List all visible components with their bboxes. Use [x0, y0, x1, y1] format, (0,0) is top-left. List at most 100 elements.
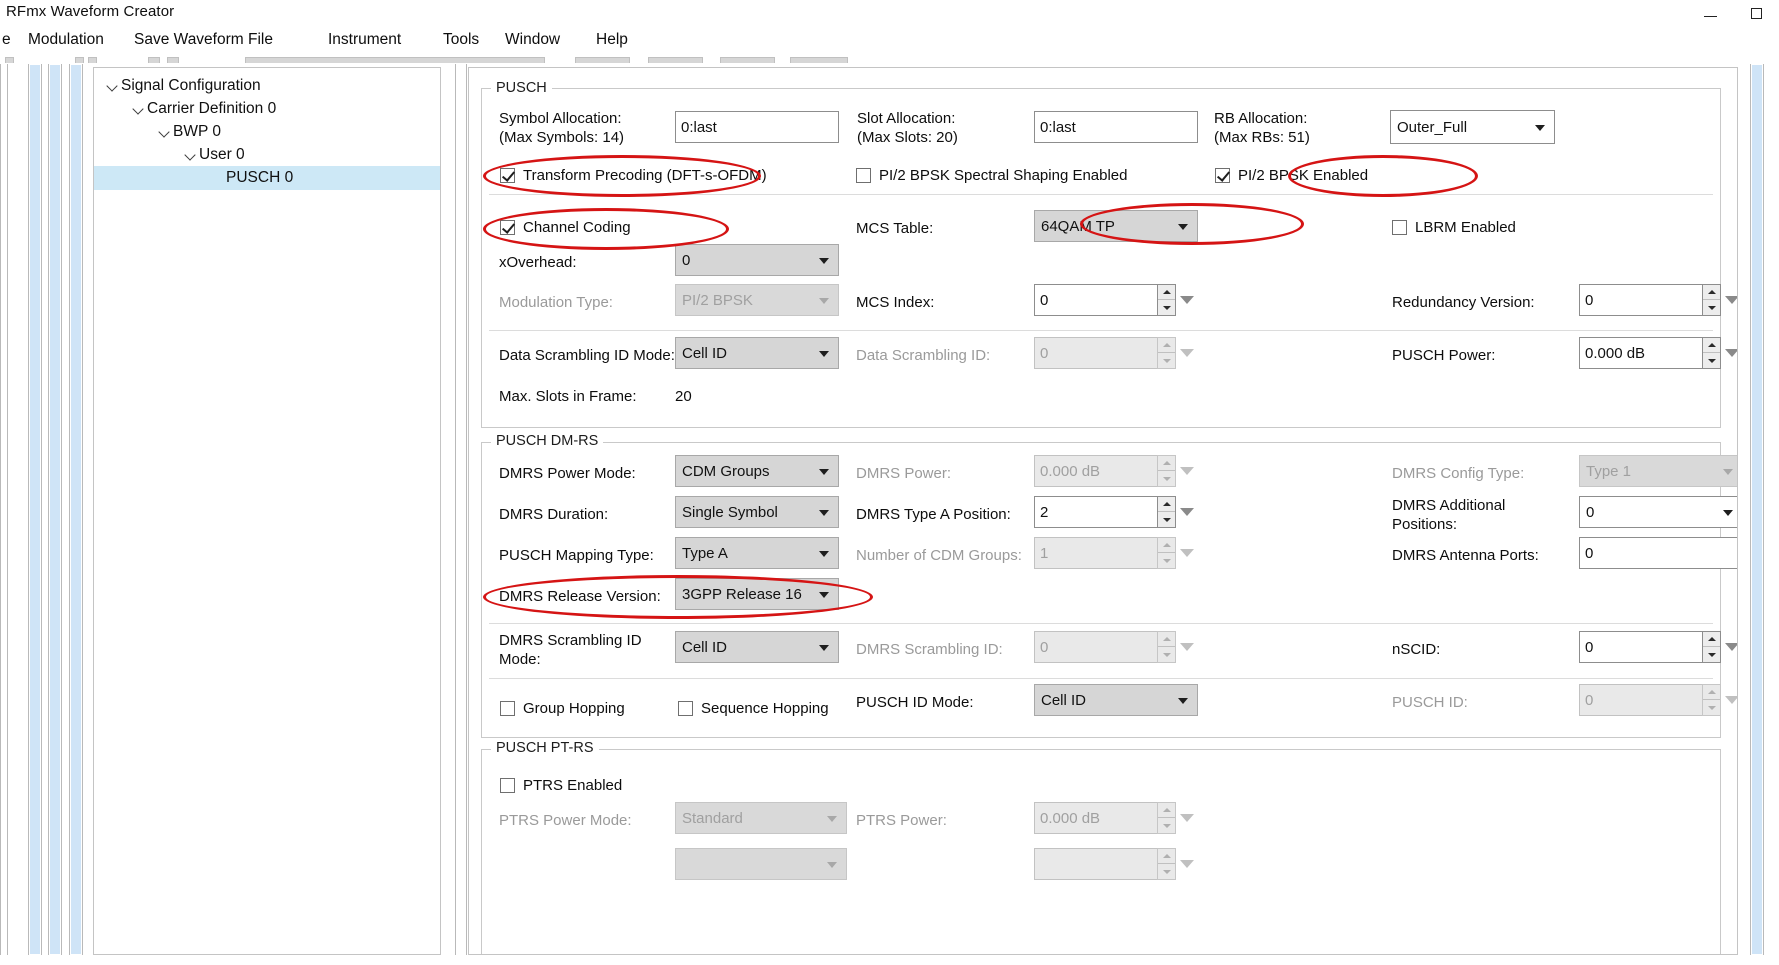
tree-item-signal-configuration[interactable]: Signal Configuration: [94, 74, 440, 98]
vertical-scrollbar-1[interactable]: [28, 64, 42, 955]
pi2-bpsk-enabled-checkbox[interactable]: PI/2 BPSK Enabled: [1215, 167, 1368, 184]
decrement-icon[interactable]: [1158, 512, 1175, 527]
increment-icon[interactable]: [1703, 338, 1720, 353]
toolbar-segment[interactable]: [5, 57, 14, 63]
vertical-scrollbar-2[interactable]: [48, 64, 62, 955]
dmrs-release-version-combobox[interactable]: 3GPP Release 16: [675, 578, 839, 610]
toolbar-segment[interactable]: [167, 57, 179, 63]
sequence-hopping-checkbox[interactable]: Sequence Hopping: [678, 700, 829, 717]
pusch-power-stepper[interactable]: [1702, 337, 1721, 369]
channel-coding-checkbox[interactable]: Channel Coding: [500, 219, 631, 236]
dmrs-power-mode-combobox[interactable]: CDM Groups: [675, 455, 839, 487]
xoverhead-combobox[interactable]: 0: [675, 244, 839, 276]
number-of-cdm-groups-stepper: [1157, 537, 1176, 569]
toolbar-segment[interactable]: [648, 57, 703, 63]
menu-item-tools[interactable]: Tools: [441, 28, 481, 52]
vertical-scrollbar-3[interactable]: [69, 64, 83, 955]
menu-item-help[interactable]: Help: [594, 28, 630, 52]
tree-item-user-0[interactable]: User 0: [94, 143, 440, 167]
mcs-index-spinner[interactable]: 0: [1034, 284, 1198, 316]
menu-item-file[interactable]: e: [0, 28, 13, 52]
vertical-scrollbar-right[interactable]: [1750, 64, 1764, 955]
mcs-index-value[interactable]: 0: [1034, 284, 1157, 316]
pusch-dmrs-group-title: PUSCH DM-RS: [491, 433, 604, 449]
pusch-power-value[interactable]: 0.000 dB: [1579, 337, 1702, 369]
number-of-cdm-groups-spinner: 1: [1034, 537, 1198, 569]
dmrs-additional-positions-combobox[interactable]: 0: [1579, 496, 1737, 528]
decrement-icon[interactable]: [1703, 353, 1720, 368]
nscid-dropdown-icon[interactable]: [1721, 631, 1737, 663]
group-hopping-checkbox[interactable]: Group Hopping: [500, 700, 625, 717]
scrollbar-thumb[interactable]: [30, 65, 40, 954]
redundancy-version-dropdown-icon[interactable]: [1721, 284, 1737, 316]
dropdown-icon: [1176, 848, 1198, 880]
decrement-icon[interactable]: [1703, 647, 1720, 662]
dmrs-type-a-position-dropdown-icon[interactable]: [1176, 496, 1198, 528]
slot-allocation-input[interactable]: 0:last: [1034, 111, 1198, 143]
decrement-icon: [1158, 864, 1175, 879]
nscid-value[interactable]: 0: [1579, 631, 1702, 663]
toolbar-segment[interactable]: [790, 57, 848, 63]
minimize-button[interactable]: [1687, 0, 1733, 26]
increment-icon[interactable]: [1158, 497, 1175, 512]
pusch-mapping-type-combobox[interactable]: Type A: [675, 537, 839, 569]
toolbar-segment[interactable]: [245, 57, 545, 63]
dmrs-type-a-position-spinner[interactable]: 2: [1034, 496, 1198, 528]
pusch-power-spinner[interactable]: 0.000 dB: [1579, 337, 1737, 369]
dmrs-duration-combobox[interactable]: Single Symbol: [675, 496, 839, 528]
scrollbar-thumb[interactable]: [50, 65, 60, 954]
increment-icon[interactable]: [1703, 632, 1720, 647]
increment-icon[interactable]: [1703, 285, 1720, 300]
redundancy-version-stepper[interactable]: [1702, 284, 1721, 316]
dmrs-type-a-position-value[interactable]: 2: [1034, 496, 1157, 528]
dmrs-scrambling-id-label: DMRS Scrambling ID:: [856, 641, 1003, 658]
ptrs-enabled-checkbox[interactable]: PTRS Enabled: [500, 777, 622, 794]
dmrs-type-a-position-stepper[interactable]: [1157, 496, 1176, 528]
tree-item-pusch-0[interactable]: PUSCH 0: [94, 166, 440, 190]
symbol-allocation-input[interactable]: 0:last: [675, 111, 839, 143]
chevron-down-icon[interactable]: [132, 102, 147, 117]
divider: [489, 330, 1713, 331]
pusch-id-mode-combobox[interactable]: Cell ID: [1034, 684, 1198, 716]
vertical-scrollbar-4[interactable]: [455, 64, 467, 955]
chevron-down-icon[interactable]: [106, 79, 121, 94]
tree-item-carrier-definition-0[interactable]: Carrier Definition 0: [94, 97, 440, 121]
chevron-down-icon[interactable]: [184, 148, 199, 163]
nscid-stepper[interactable]: [1702, 631, 1721, 663]
lbrm-enabled-checkbox[interactable]: LBRM Enabled: [1392, 219, 1516, 236]
nscid-spinner[interactable]: 0: [1579, 631, 1737, 663]
maximize-button[interactable]: [1733, 0, 1779, 26]
tree-item-bwp-0[interactable]: BWP 0: [94, 120, 440, 144]
menu-item-modulation[interactable]: Modulation: [26, 28, 106, 52]
toolbar-segment[interactable]: [88, 57, 97, 63]
decrement-icon[interactable]: [1158, 300, 1175, 315]
decrement-icon[interactable]: [1703, 300, 1720, 315]
menu-item-instrument[interactable]: Instrument: [326, 28, 403, 52]
dmrs-scrambling-id-mode-sublabel: Mode:: [499, 651, 541, 668]
scrollbar-thumb[interactable]: [71, 65, 81, 954]
modulation-type-label: Modulation Type:: [499, 294, 613, 311]
rb-allocation-combobox[interactable]: Outer_Full: [1390, 110, 1555, 144]
toolbar-segment[interactable]: [148, 57, 160, 63]
symbol-allocation-sublabel: (Max Symbols: 14): [499, 129, 625, 146]
increment-icon[interactable]: [1158, 285, 1175, 300]
pusch-power-dropdown-icon[interactable]: [1721, 337, 1737, 369]
chevron-down-icon[interactable]: [158, 125, 173, 140]
pi2-bpsk-spectral-shaping-checkbox[interactable]: PI/2 BPSK Spectral Shaping Enabled: [856, 167, 1128, 184]
transform-precoding-checkbox[interactable]: Transform Precoding (DFT-s-OFDM): [500, 167, 767, 184]
dmrs-scrambling-id-mode-combobox[interactable]: Cell ID: [675, 631, 839, 663]
redundancy-version-spinner[interactable]: 0: [1579, 284, 1737, 316]
menu-item-window[interactable]: Window: [503, 28, 562, 52]
mcs-index-stepper[interactable]: [1157, 284, 1176, 316]
menu-item-save-waveform-file[interactable]: Save Waveform File: [132, 28, 275, 52]
scrollbar-thumb[interactable]: [1752, 65, 1762, 954]
mcs-index-dropdown-icon[interactable]: [1176, 284, 1198, 316]
dmrs-antenna-ports-input[interactable]: 0: [1579, 537, 1737, 569]
mcs-table-combobox[interactable]: 64QAM TP: [1034, 210, 1198, 242]
data-scrambling-id-mode-combobox[interactable]: Cell ID: [675, 337, 839, 369]
toolbar-segment[interactable]: [575, 57, 630, 63]
ptrs-enabled-label: PTRS Enabled: [523, 777, 623, 794]
redundancy-version-value[interactable]: 0: [1579, 284, 1702, 316]
toolbar-segment[interactable]: [75, 57, 84, 63]
toolbar-segment[interactable]: [720, 57, 775, 63]
